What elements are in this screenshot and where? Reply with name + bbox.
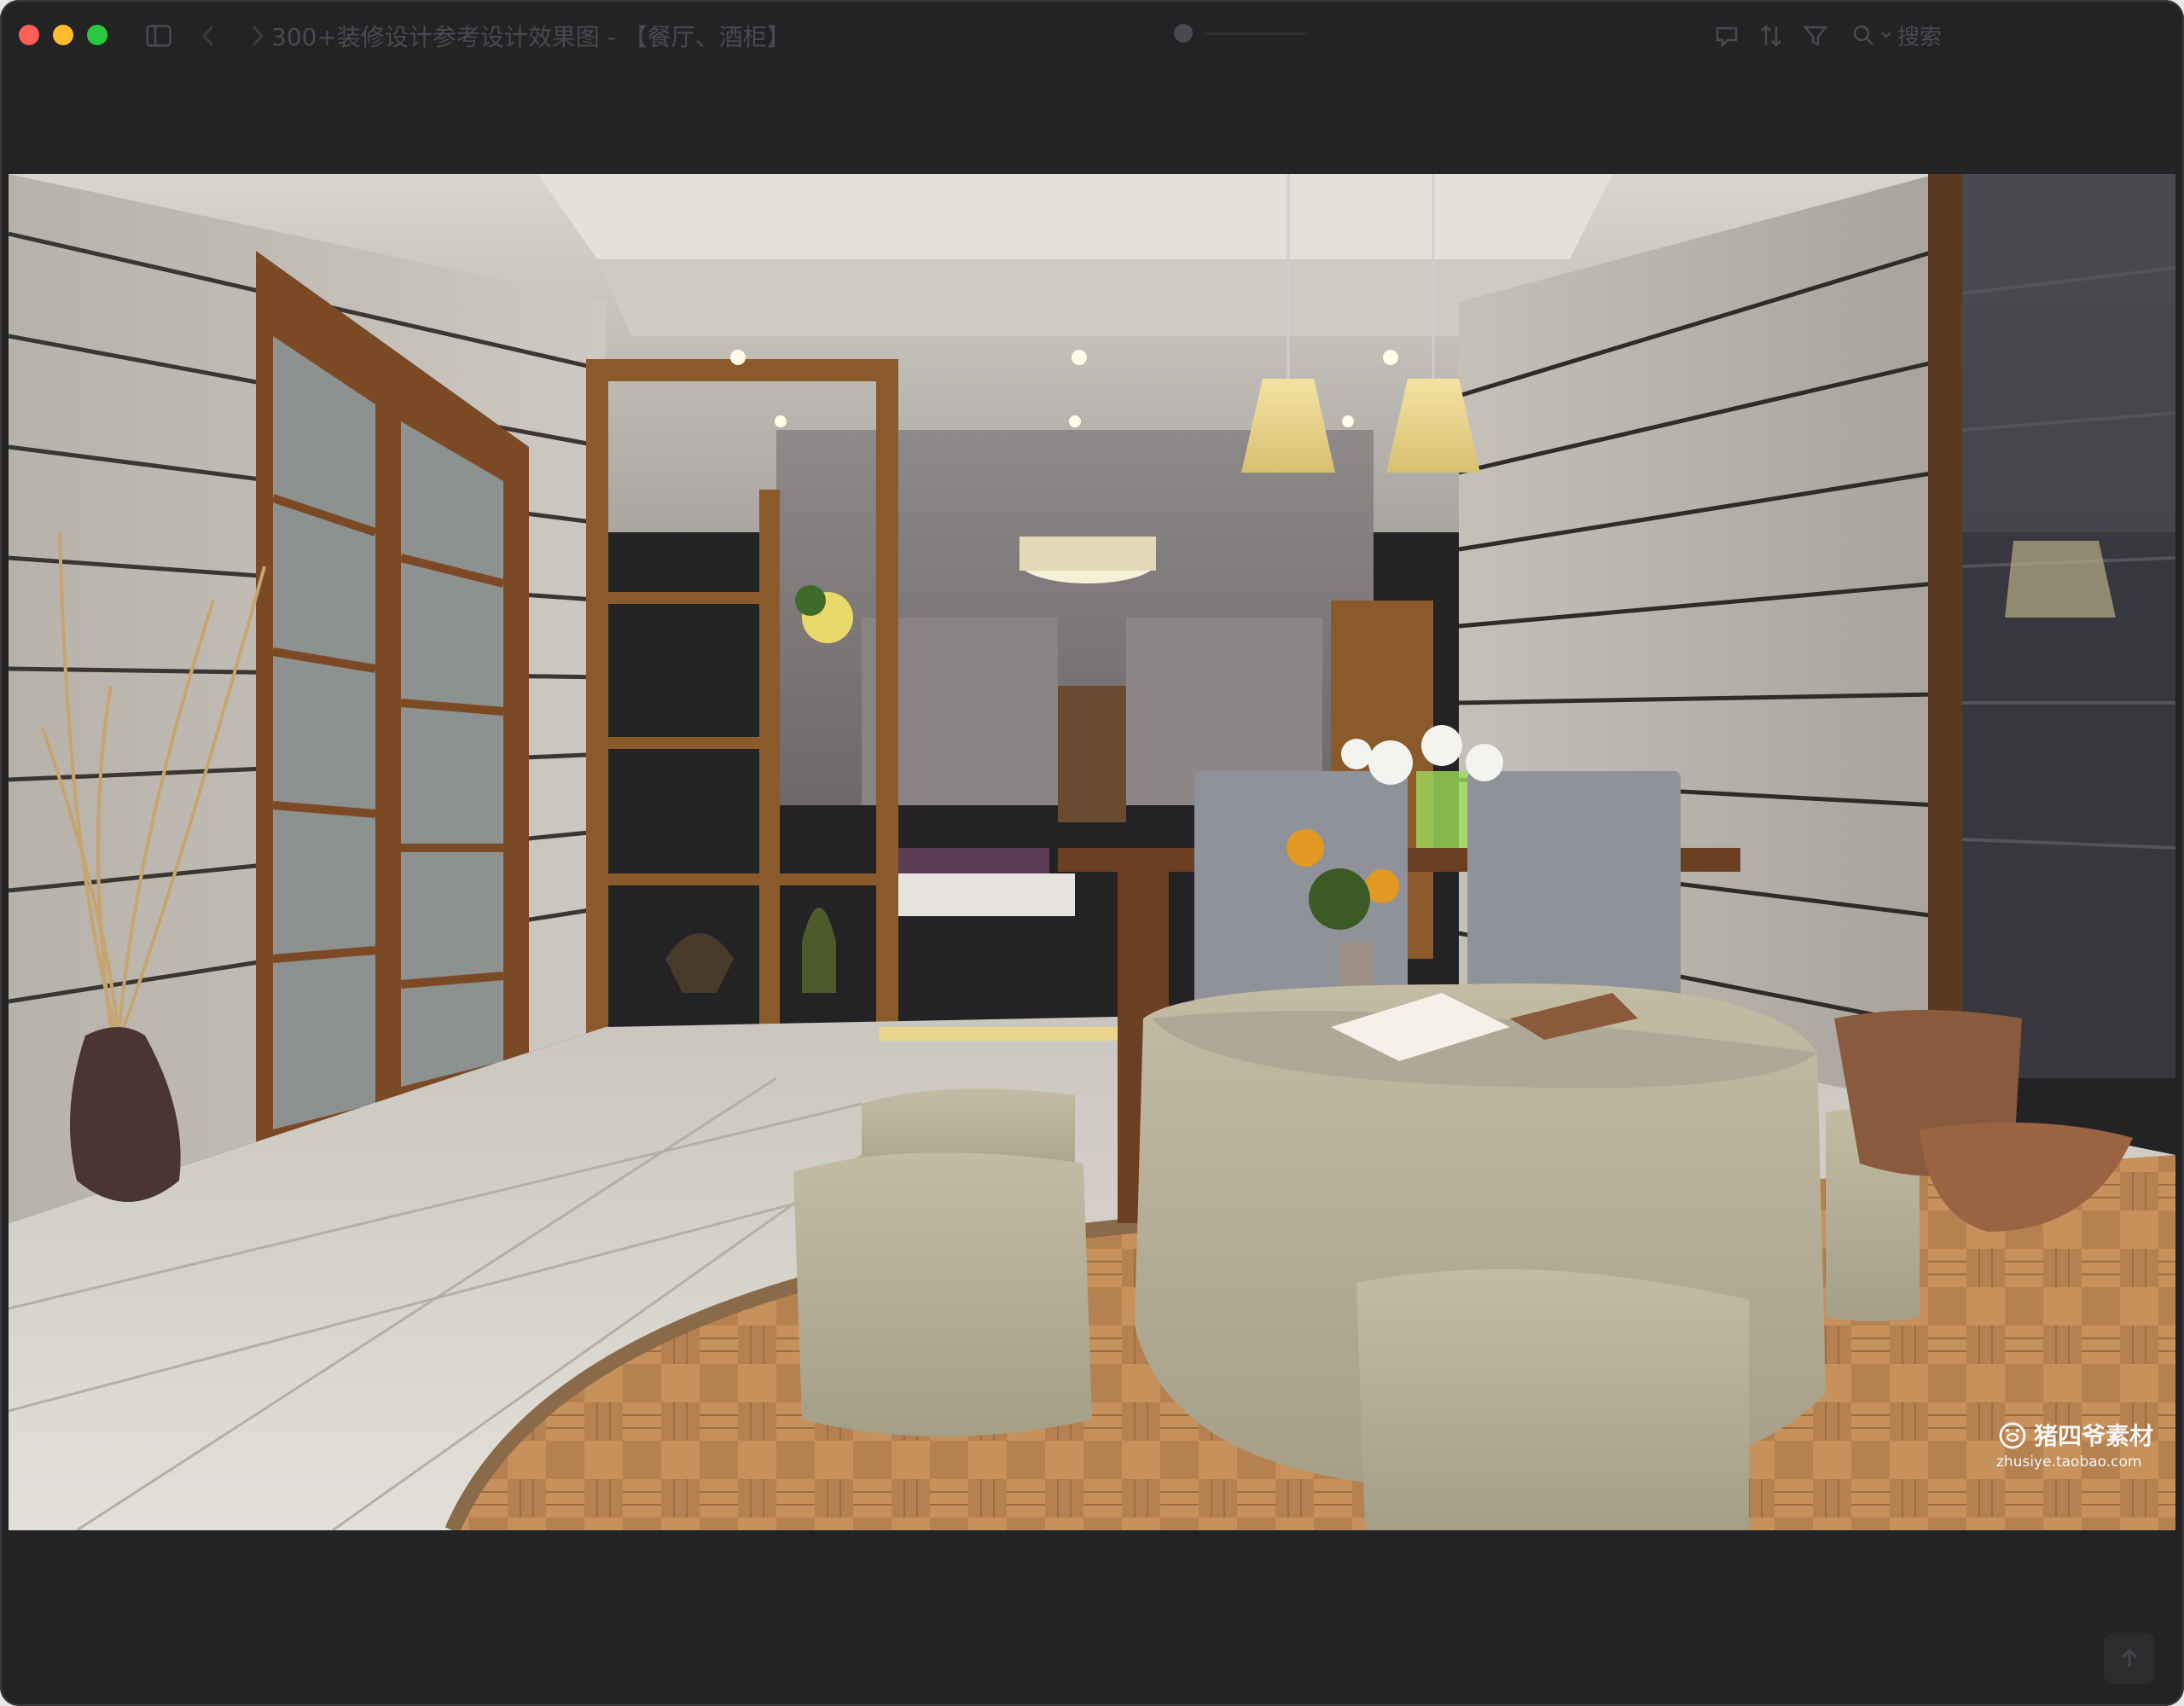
nav-controls bbox=[143, 20, 273, 51]
window-title: 300+装修设计参考设计效果图 - 【餐厅、酒柜】 bbox=[271, 23, 791, 51]
page-indicator bbox=[1174, 24, 1307, 43]
arrow-up-icon bbox=[2121, 1648, 2138, 1667]
minimize-window-button[interactable] bbox=[53, 25, 73, 45]
watermark-url: zhusiye.taobao.com bbox=[1996, 1454, 2142, 1471]
sort-icon[interactable] bbox=[1756, 20, 1786, 51]
close-window-button[interactable] bbox=[19, 25, 39, 45]
page-indicator-current[interactable] bbox=[1174, 24, 1193, 43]
app-window: 300+装修设计参考设计效果图 - 【餐厅、酒柜】 搜索 猪四爷素材 zhusi… bbox=[0, 0, 2184, 1706]
toolbar-actions bbox=[1711, 20, 1831, 51]
watermark-title: 猪四爷素材 bbox=[2034, 1422, 2154, 1450]
search-icon bbox=[1853, 25, 1873, 45]
image-watermark: 猪四爷素材 zhusiye.taobao.com bbox=[1996, 1418, 2153, 1471]
chevron-left-icon[interactable] bbox=[193, 20, 224, 51]
page-indicator-track bbox=[1205, 32, 1307, 35]
title-bar: 300+装修设计参考设计效果图 - 【餐厅、酒柜】 搜索 bbox=[0, 0, 2184, 72]
interior-render-image bbox=[9, 174, 2175, 1530]
markup-icon[interactable] bbox=[1711, 20, 1742, 51]
search-field[interactable]: 搜索 bbox=[1851, 19, 1942, 51]
search-placeholder: 搜索 bbox=[1897, 24, 1943, 50]
sidebar-icon[interactable] bbox=[143, 20, 174, 51]
pig-logo-icon bbox=[1999, 1422, 2026, 1449]
scroll-to-top-button[interactable] bbox=[2104, 1633, 2155, 1684]
filter-icon[interactable] bbox=[1800, 20, 1831, 51]
window-controls bbox=[19, 25, 107, 45]
chevron-down-icon bbox=[1881, 32, 1891, 38]
zoom-window-button[interactable] bbox=[87, 25, 107, 45]
chevron-right-icon[interactable] bbox=[242, 20, 273, 51]
